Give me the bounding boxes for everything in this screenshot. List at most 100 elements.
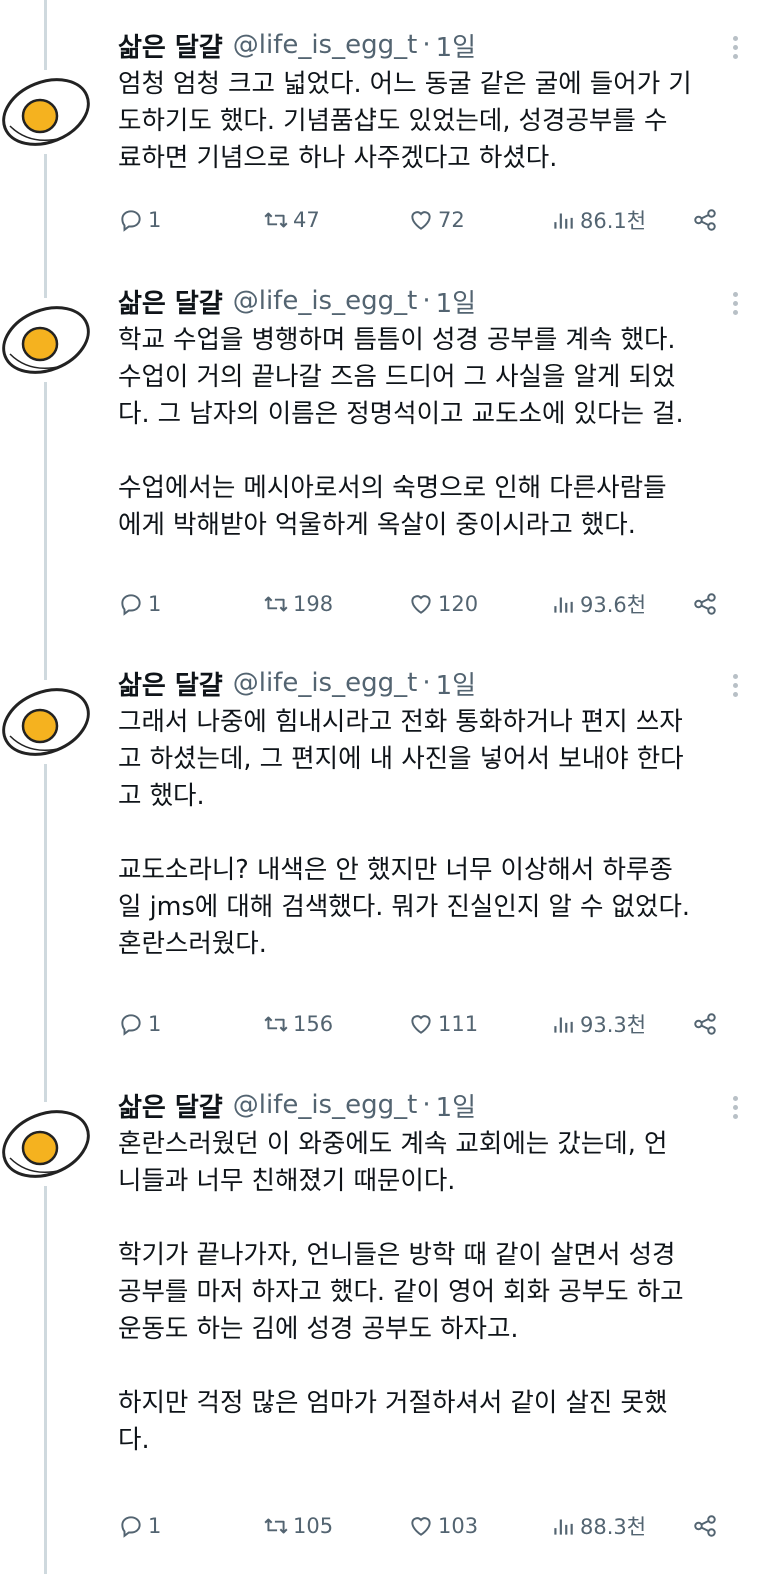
boiled-egg-icon [2, 688, 90, 756]
timestamp[interactable]: 1일 [436, 27, 476, 64]
retweet-button[interactable]: 105 [263, 1506, 333, 1546]
timestamp[interactable]: 1일 [436, 665, 476, 702]
tweet-header: 삶은 달걀 @life_is_egg_t · 1일 [118, 282, 476, 320]
user-handle[interactable]: @life_is_egg_t [233, 286, 418, 316]
avatar[interactable] [0, 298, 92, 382]
text-line: 그래서 나중에 힘내시라고 전화 통화하거나 편지 쓰자 [118, 707, 683, 737]
reply-button[interactable]: 1 [118, 1004, 161, 1044]
tweet-paragraph: 하지만 걱정 많은 엄마가 거절하셔서 같이 살진 못했 다. [118, 1385, 748, 1459]
views-button[interactable]: 93.3천 [550, 1004, 646, 1044]
views-icon [554, 597, 573, 613]
reply-icon [121, 210, 141, 232]
retweet-icon [264, 1016, 288, 1032]
tweet-paragraph: 학기가 끝나가자, 언니들은 방학 때 같이 살면서 성경 공부를 마저 하자고… [118, 1237, 748, 1348]
like-count: 120 [438, 592, 479, 616]
views-button[interactable]: 88.3천 [550, 1506, 646, 1546]
tweet-paragraph: 교도소라니? 내색은 안 했지만 너무 이상해서 하루종 일 jms에 대해 검… [118, 852, 748, 963]
reply-icon [121, 1014, 141, 1036]
display-name[interactable]: 삶은 달걀 [118, 27, 223, 64]
action-bar: 1 105 103 88.3천 [118, 1506, 738, 1546]
tweet-paragraph: 그래서 나중에 힘내시라고 전화 통화하거나 편지 쓰자 고 하셨는데, 그 편… [118, 704, 748, 815]
share-button[interactable] [692, 200, 718, 240]
tweet-header: 삶은 달걀 @life_is_egg_t · 1일 [118, 1086, 476, 1124]
views-button[interactable]: 93.6천 [550, 584, 646, 624]
share-button[interactable] [692, 584, 718, 624]
tweet-text: 엄청 엄청 크고 넓었다. 어느 동굴 같은 굴에 들어가 기 도하기도 했다.… [118, 66, 748, 177]
boiled-egg-icon [2, 1110, 90, 1178]
share-button[interactable] [692, 1506, 718, 1546]
reply-button[interactable]: 1 [118, 1506, 161, 1546]
action-bar: 1 156 111 93.3천 [118, 1004, 738, 1044]
text-line: 니들과 너무 친해졌기 때문이다. [118, 1166, 456, 1196]
like-button[interactable]: 103 [408, 1506, 478, 1546]
tweet-paragraph: 혼란스러웠던 이 와중에도 계속 교회에는 갔는데, 언 니들과 너무 친해졌기… [118, 1126, 748, 1200]
thread-line [44, 0, 47, 1574]
like-button[interactable]: 72 [408, 200, 465, 240]
like-button[interactable]: 120 [408, 584, 478, 624]
more-icon[interactable] [720, 670, 750, 700]
reply-count: 1 [148, 1012, 162, 1036]
retweet-icon [264, 212, 288, 228]
share-icon [694, 1013, 716, 1035]
views-icon [554, 1017, 573, 1033]
text-line: 하지만 걱정 많은 엄마가 거절하셔서 같이 살진 못했 [118, 1388, 668, 1418]
views-icon [554, 213, 573, 229]
display-name[interactable]: 삶은 달걀 [118, 1087, 223, 1124]
retweet-button[interactable]: 156 [263, 1004, 333, 1044]
tweet-paragraph: 학교 수업을 병행하며 틈틈이 성경 공부를 계속 했다. 수업이 거의 끝나갈… [118, 322, 748, 433]
reply-icon [121, 594, 141, 616]
text-line: 일 jms에 대해 검색했다. 뭐가 진실인지 알 수 없었다. [118, 892, 691, 922]
reply-button[interactable]: 1 [118, 200, 161, 240]
retweet-button[interactable]: 198 [263, 584, 333, 624]
more-icon[interactable] [720, 288, 750, 318]
share-icon [694, 209, 716, 231]
heart-icon [411, 1015, 431, 1034]
heart-icon [411, 595, 431, 614]
separator: · [422, 286, 431, 316]
more-icon[interactable] [720, 1092, 750, 1122]
views-button[interactable]: 86.1천 [550, 200, 646, 240]
views-count: 86.1천 [580, 209, 647, 233]
like-button[interactable]: 111 [408, 1004, 478, 1044]
text-line: 다. [118, 1425, 150, 1455]
timestamp[interactable]: 1일 [436, 1087, 476, 1124]
separator: · [422, 668, 431, 698]
reply-count: 1 [148, 208, 162, 232]
avatar[interactable] [0, 1102, 92, 1186]
text-line: 에게 박해받아 억울하게 옥살이 중이시라고 했다. [118, 510, 636, 540]
avatar[interactable] [0, 70, 92, 154]
views-icon [554, 1519, 573, 1535]
text-line: 수업에서는 메시아로서의 숙명으로 인해 다른사람들 [118, 473, 667, 503]
views-count: 88.3천 [580, 1515, 647, 1539]
text-line: 고 했다. [118, 781, 205, 811]
user-handle[interactable]: @life_is_egg_t [233, 668, 418, 698]
tweet-paragraph: 수업에서는 메시아로서의 숙명으로 인해 다른사람들 에게 박해받아 억울하게 … [118, 470, 748, 544]
share-icon [694, 593, 716, 615]
text-line: 료하면 기념으로 하나 사주겠다고 하셨다. [118, 143, 558, 173]
boiled-egg-icon [2, 78, 90, 146]
separator: · [422, 1090, 431, 1120]
text-line: 학기가 끝나가자, 언니들은 방학 때 같이 살면서 성경 [118, 1240, 676, 1270]
text-line: 혼란스러웠던 이 와중에도 계속 교회에는 갔는데, 언 [118, 1129, 668, 1159]
like-count: 72 [438, 208, 465, 232]
share-button[interactable] [692, 1004, 718, 1044]
heart-icon [411, 211, 431, 230]
timestamp[interactable]: 1일 [436, 283, 476, 320]
like-count: 111 [438, 1012, 479, 1036]
retweet-icon [264, 1518, 288, 1534]
boiled-egg-icon [2, 306, 90, 374]
text-line: 고 하셨는데, 그 편지에 내 사진을 넣어서 보내야 한다 [118, 744, 684, 774]
user-handle[interactable]: @life_is_egg_t [233, 1090, 418, 1120]
avatar[interactable] [0, 680, 92, 764]
more-icon[interactable] [720, 32, 750, 62]
display-name[interactable]: 삶은 달걀 [118, 665, 223, 702]
user-handle[interactable]: @life_is_egg_t [233, 30, 418, 60]
text-line: 다. 그 남자의 이름은 정명석이고 교도소에 있다는 걸. [118, 399, 684, 429]
retweet-count: 47 [293, 208, 320, 232]
action-bar: 1 47 72 86.1천 [118, 200, 738, 240]
tweet-text: 혼란스러웠던 이 와중에도 계속 교회에는 갔는데, 언 니들과 너무 친해졌기… [118, 1126, 748, 1459]
retweet-button[interactable]: 47 [263, 200, 320, 240]
reply-button[interactable]: 1 [118, 584, 161, 624]
views-count: 93.3천 [580, 1013, 647, 1037]
display-name[interactable]: 삶은 달걀 [118, 283, 223, 320]
